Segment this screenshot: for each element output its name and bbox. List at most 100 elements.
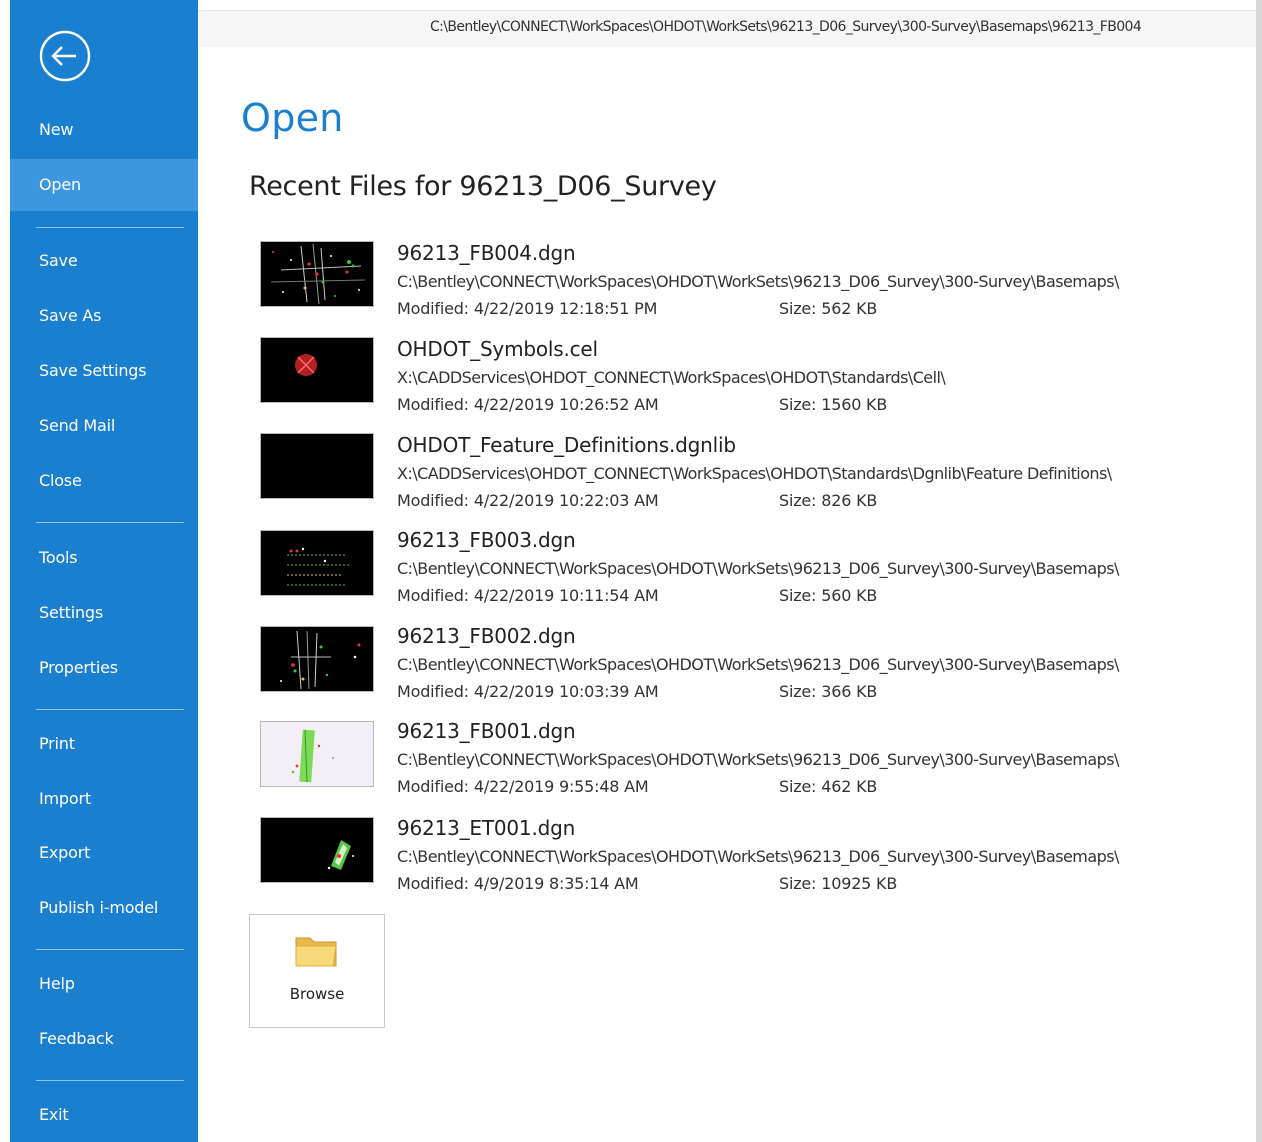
window-left-edge	[0, 0, 10, 1142]
file-thumbnail	[260, 241, 374, 307]
size-label: Size:	[779, 777, 817, 796]
sidebar-divider	[36, 709, 184, 710]
file-path-bar: C:\Bentley\CONNECT\WorkSpaces\OHDOT\Work…	[198, 10, 1256, 47]
file-modified: Modified: 4/22/2019 12:18:51 PM	[397, 299, 657, 318]
recent-file-item[interactable]: OHDOT_Symbols.cel X:\CADDServices\OHDOT_…	[260, 337, 1240, 435]
modified-label: Modified:	[397, 299, 469, 318]
file-thumbnail	[260, 721, 374, 787]
size-value: 1560 KB	[821, 395, 888, 414]
recent-files-heading: Recent Files for 96213_D06_Survey	[249, 171, 717, 202]
recent-file-item[interactable]: OHDOT_Feature_Definitions.dgnlib X:\CADD…	[260, 433, 1240, 531]
modified-value: 4/22/2019 9:55:48 AM	[473, 777, 649, 796]
dgnlib-preview-icon	[261, 434, 373, 498]
drawing-preview-icon	[261, 242, 373, 306]
sidebar-item-save-as[interactable]: Save As	[10, 290, 198, 342]
sidebar-item-export[interactable]: Export	[10, 827, 198, 879]
file-path: X:\CADDServices\OHDOT_CONNECT\WorkSpaces…	[397, 368, 946, 387]
size-value: 826 KB	[821, 491, 878, 510]
cell-preview-icon	[261, 338, 373, 402]
sidebar-item-feedback[interactable]: Feedback	[10, 1013, 198, 1065]
backstage-sidebar: New Open Save Save As Save Settings Send…	[10, 0, 198, 1142]
file-name: OHDOT_Symbols.cel	[397, 337, 598, 361]
sidebar-item-close[interactable]: Close	[10, 455, 198, 507]
sidebar-item-new[interactable]: New	[10, 104, 198, 156]
recent-file-item[interactable]: 96213_FB002.dgn C:\Bentley\CONNECT\WorkS…	[260, 624, 1240, 722]
modified-value: 4/22/2019 10:26:52 AM	[473, 395, 659, 414]
sidebar-item-send-mail[interactable]: Send Mail	[10, 400, 198, 452]
file-thumbnail	[260, 530, 374, 596]
back-arrow-circle-icon	[39, 30, 91, 82]
file-size: Size: 1560 KB	[779, 395, 887, 414]
browse-button[interactable]: Browse	[249, 914, 385, 1028]
sidebar-item-properties[interactable]: Properties	[10, 642, 198, 694]
modified-value: 4/22/2019 12:18:51 PM	[473, 299, 658, 318]
size-label: Size:	[779, 586, 817, 605]
file-path: C:\Bentley\CONNECT\WorkSpaces\OHDOT\Work…	[397, 750, 1119, 769]
backstage-main-panel: C:\Bentley\CONNECT\WorkSpaces\OHDOT\Work…	[198, 0, 1256, 1142]
file-path: X:\CADDServices\OHDOT_CONNECT\WorkSpaces…	[397, 464, 1112, 483]
file-name: 96213_FB001.dgn	[397, 719, 576, 743]
sidebar-item-exit[interactable]: Exit	[10, 1089, 198, 1141]
file-name: 96213_ET001.dgn	[397, 816, 576, 840]
recent-file-item[interactable]: 96213_FB003.dgn C:\Bentley\CONNECT\WorkS…	[260, 528, 1240, 626]
file-path: C:\Bentley\CONNECT\WorkSpaces\OHDOT\Work…	[397, 655, 1119, 674]
recent-file-item[interactable]: 96213_ET001.dgn C:\Bentley\CONNECT\WorkS…	[260, 816, 1240, 914]
sidebar-item-save-settings[interactable]: Save Settings	[10, 345, 198, 397]
sidebar-divider	[36, 522, 184, 523]
file-name: 96213_FB004.dgn	[397, 241, 576, 265]
window-right-edge	[1256, 0, 1262, 1142]
file-thumbnail	[260, 433, 374, 499]
sidebar-divider	[36, 1080, 184, 1081]
file-path: C:\Bentley\CONNECT\WorkSpaces\OHDOT\Work…	[397, 559, 1119, 578]
file-size: Size: 562 KB	[779, 299, 877, 318]
file-modified: Modified: 4/9/2019 8:35:14 AM	[397, 874, 639, 893]
sidebar-item-settings[interactable]: Settings	[10, 587, 198, 639]
browse-label: Browse	[289, 985, 345, 1003]
modified-label: Modified:	[397, 395, 469, 414]
file-name: 96213_FB003.dgn	[397, 528, 576, 552]
size-label: Size:	[779, 491, 817, 510]
file-size: Size: 826 KB	[779, 491, 877, 510]
sidebar-item-tools[interactable]: Tools	[10, 532, 198, 584]
file-name: OHDOT_Feature_Definitions.dgnlib	[397, 433, 736, 457]
file-name: 96213_FB002.dgn	[397, 624, 576, 648]
modified-value: 4/22/2019 10:11:54 AM	[473, 586, 659, 605]
modified-label: Modified:	[397, 874, 469, 893]
modified-label: Modified:	[397, 777, 469, 796]
modified-label: Modified:	[397, 586, 469, 605]
file-path: C:\Bentley\CONNECT\WorkSpaces\OHDOT\Work…	[397, 272, 1119, 291]
sidebar-item-open[interactable]: Open	[10, 159, 198, 211]
recent-file-item[interactable]: 96213_FB001.dgn C:\Bentley\CONNECT\WorkS…	[260, 719, 1240, 817]
file-thumbnail	[260, 817, 374, 883]
file-thumbnail	[260, 337, 374, 403]
sidebar-item-save[interactable]: Save	[10, 235, 198, 287]
modified-label: Modified:	[397, 682, 469, 701]
file-modified: Modified: 4/22/2019 10:26:52 AM	[397, 395, 659, 414]
current-file-path: C:\Bentley\CONNECT\WorkSpaces\OHDOT\Work…	[430, 19, 1142, 35]
file-modified: Modified: 4/22/2019 10:11:54 AM	[397, 586, 659, 605]
back-button[interactable]	[39, 30, 91, 82]
size-value: 560 KB	[821, 586, 878, 605]
size-value: 366 KB	[821, 682, 878, 701]
modified-value: 4/22/2019 10:03:39 AM	[473, 682, 659, 701]
drawing-preview-icon	[261, 722, 373, 786]
folder-icon	[293, 933, 341, 973]
sidebar-item-import[interactable]: Import	[10, 773, 198, 825]
drawing-preview-icon	[261, 627, 373, 691]
file-size: Size: 10925 KB	[779, 874, 897, 893]
file-path: C:\Bentley\CONNECT\WorkSpaces\OHDOT\Work…	[397, 847, 1119, 866]
sidebar-item-help[interactable]: Help	[10, 958, 198, 1010]
file-size: Size: 366 KB	[779, 682, 877, 701]
modified-value: 4/9/2019 8:35:14 AM	[473, 874, 639, 893]
drawing-preview-icon	[261, 531, 373, 595]
sidebar-item-print[interactable]: Print	[10, 718, 198, 770]
size-value: 10925 KB	[821, 874, 898, 893]
size-value: 562 KB	[821, 299, 878, 318]
recent-file-item[interactable]: 96213_FB004.dgn C:\Bentley\CONNECT\WorkS…	[260, 241, 1240, 339]
size-label: Size:	[779, 395, 817, 414]
size-label: Size:	[779, 299, 817, 318]
file-size: Size: 560 KB	[779, 586, 877, 605]
modified-label: Modified:	[397, 491, 469, 510]
sidebar-item-publish-i-model[interactable]: Publish i-model	[10, 882, 198, 934]
size-label: Size:	[779, 874, 817, 893]
